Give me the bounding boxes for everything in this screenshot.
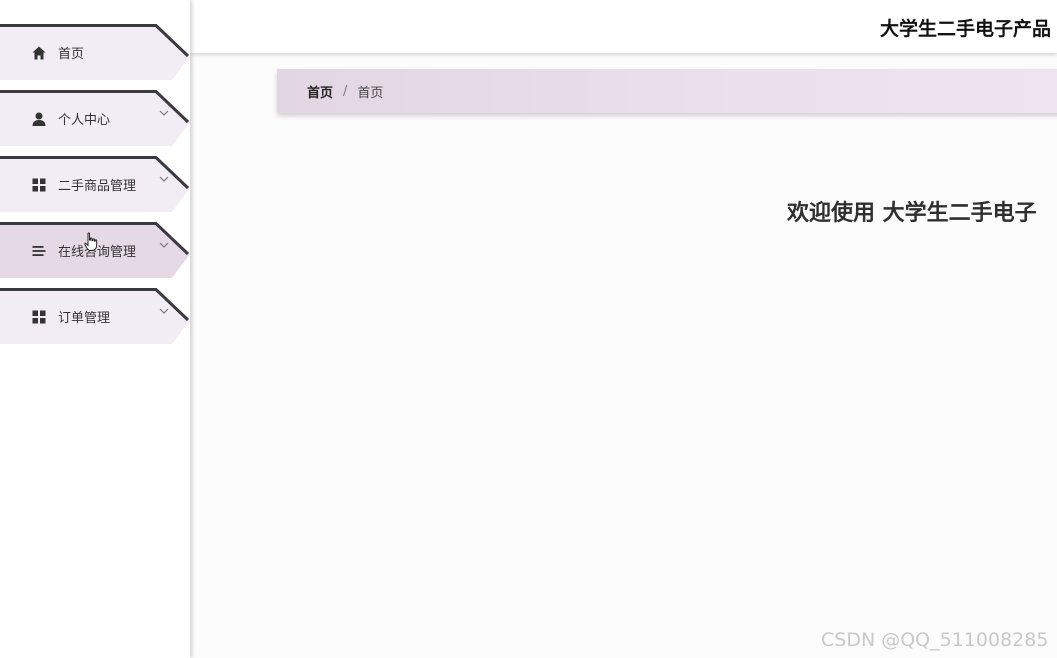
chevron-down-icon — [159, 110, 169, 116]
breadcrumb-item-home[interactable]: 首页 — [307, 82, 333, 101]
hand-cursor-icon — [84, 232, 98, 251]
chevron-down-icon — [159, 242, 169, 248]
sidebar-item-personal-center[interactable]: 个人中心 — [0, 90, 190, 146]
breadcrumb: 首页 / 首页 — [277, 69, 1057, 113]
grid-icon — [32, 310, 46, 324]
breadcrumb-item-current: 首页 — [357, 85, 384, 101]
sidebar-item-label: 首页 — [58, 47, 85, 62]
user-icon — [32, 112, 46, 126]
sidebar-item-label: 个人中心 — [58, 113, 111, 128]
sidebar-item-home[interactable]: 首页 — [0, 24, 190, 80]
menu-item-background — [0, 24, 190, 80]
watermark-text: CSDN @QQ_511008285 — [821, 629, 1049, 651]
app-title: 大学生二手电子产品 — [880, 18, 1052, 40]
sidebar-item-order-management[interactable]: 订单管理 — [0, 288, 190, 344]
sidebar-item-label: 二手商品管理 — [58, 179, 137, 194]
home-icon — [32, 46, 46, 60]
app-window: 首页 个人中心 二手商品管理 在线咨询管理 订单管理 大学生二手电子产品 首页 … — [0, 0, 1057, 658]
sidebar: 首页 个人中心 二手商品管理 在线咨询管理 订单管理 — [0, 0, 190, 658]
welcome-heading: 欢迎使用 大学生二手电子 — [787, 201, 1037, 226]
chevron-down-icon — [159, 308, 169, 314]
sidebar-item-label: 订单管理 — [58, 311, 111, 326]
breadcrumb-separator: / — [343, 83, 348, 99]
sidebar-item-goods-management[interactable]: 二手商品管理 — [0, 156, 190, 212]
grid-icon — [32, 178, 46, 192]
top-header: 大学生二手电子产品 — [190, 0, 1057, 53]
list-icon — [32, 246, 46, 256]
chevron-down-icon — [159, 176, 169, 182]
